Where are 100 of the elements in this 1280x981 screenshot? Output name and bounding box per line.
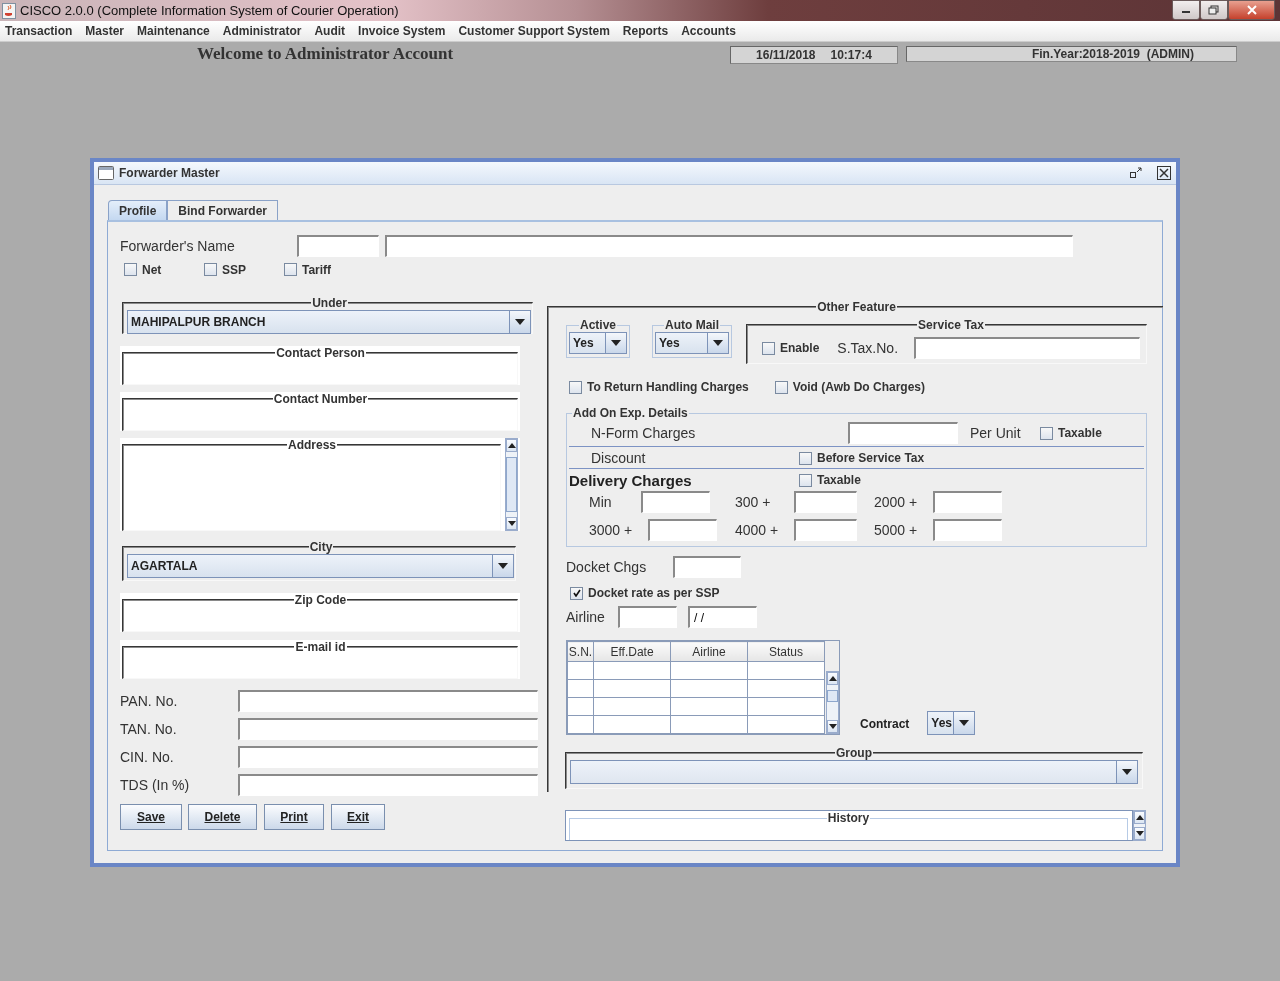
action-button[interactable]: Save	[120, 804, 182, 830]
caret-icon	[492, 555, 513, 577]
cup-icon	[2, 2, 16, 19]
checkbox[interactable]: Before Service Tax	[799, 451, 925, 465]
time-text: 10:17:4	[830, 48, 872, 62]
input-field[interactable]	[238, 690, 538, 712]
group-dropdown[interactable]	[570, 760, 1138, 784]
action-button[interactable]: Print	[264, 804, 324, 830]
input-field[interactable]	[238, 774, 538, 796]
field-label: PAN. No.	[120, 693, 179, 709]
fin-year-text: Fin.Year:2018-2019 (ADMIN)	[1031, 47, 1194, 61]
checkbox[interactable]: Taxable	[799, 473, 861, 487]
input-field[interactable]	[618, 606, 677, 628]
close-button[interactable]	[1228, 0, 1275, 20]
scrollbar[interactable]	[1133, 810, 1146, 841]
group-label: Contact Number	[272, 392, 369, 406]
field-label: TAN. No.	[120, 721, 178, 737]
window-title: CISCO 2.0.0 (Complete Information System of Courier Operation)	[20, 3, 399, 18]
action-button[interactable]: Exit	[331, 804, 385, 830]
field-label: 300 +	[735, 494, 772, 510]
tab[interactable]: Bind Forwarder	[167, 200, 279, 220]
field-label: Contract	[860, 717, 910, 731]
name-field[interactable]	[385, 235, 1073, 257]
active-dropdown[interactable]: Yes	[569, 332, 627, 354]
group-label: Contact Person	[275, 346, 366, 360]
contract-dropdown[interactable]: Yes	[927, 711, 976, 735]
input-field[interactable]	[933, 491, 1002, 513]
minimize-button[interactable]	[1172, 0, 1200, 20]
tab[interactable]: Profile	[108, 200, 168, 220]
checkbox[interactable]: To Return Handling Charges	[569, 380, 749, 394]
input-field[interactable]	[848, 422, 958, 444]
checkbox[interactable]: Enable	[762, 341, 820, 355]
menu-item[interactable]: Master	[85, 24, 125, 38]
group-label: Zip Code	[293, 593, 348, 607]
checkbox[interactable]: Docket rate as per SSP	[570, 586, 720, 600]
close-icon[interactable]	[1156, 166, 1172, 180]
field-label: TDS (In %)	[120, 777, 191, 793]
field-label: 3000 +	[589, 522, 634, 538]
caret-icon	[707, 333, 728, 353]
menu-item[interactable]: Maintenance	[137, 24, 210, 38]
group-label: Group	[835, 746, 873, 760]
maximize-button[interactable]	[1200, 0, 1228, 20]
close-icon	[1245, 5, 1258, 15]
checkbox[interactable]: Taxable	[1040, 426, 1102, 440]
branch-dropdown[interactable]: MAHIPALPUR BRANCH	[127, 310, 531, 334]
group-label: Address	[287, 438, 337, 452]
checkbox[interactable]: Void (Awb Do Charges)	[774, 380, 926, 394]
input-field[interactable]	[238, 746, 538, 768]
group-label: Add On Exp. Details	[572, 406, 689, 420]
date-text: 16/11/2018	[756, 48, 816, 62]
field-label: N-Form Charges	[591, 425, 697, 441]
field-label: Forwarder's Name	[120, 238, 236, 254]
input-field[interactable]	[238, 718, 538, 740]
field-label: 2000 +	[874, 494, 919, 510]
input-field[interactable]	[641, 491, 710, 513]
code-field[interactable]	[297, 235, 379, 257]
dialog-title: Forwarder Master	[119, 166, 220, 180]
group-label: City	[308, 540, 334, 554]
menu-item[interactable]: Administrator	[222, 24, 302, 38]
caret-icon	[1116, 761, 1137, 783]
menu-item[interactable]: Reports	[622, 24, 669, 38]
menu-item[interactable]: Transaction	[5, 24, 73, 38]
checkbox[interactable]: Tariff	[284, 262, 332, 277]
auto-mail-dropdown[interactable]: Yes	[655, 332, 729, 354]
tax-number-field[interactable]	[914, 337, 1141, 359]
group-label: E-mail id	[294, 640, 347, 654]
field-label: 5000 +	[874, 522, 919, 538]
input-field[interactable]	[794, 491, 857, 513]
caret-icon	[953, 712, 975, 734]
menu-item[interactable]: Audit	[314, 24, 346, 38]
menu-item[interactable]: Invoice System	[358, 24, 446, 38]
section-label: Delivery Charges	[569, 471, 693, 489]
input-field[interactable]	[648, 519, 717, 541]
field-label: CIN. No.	[120, 749, 175, 765]
field-label: Per Unit	[970, 425, 1022, 441]
date-field[interactable]: / /	[688, 606, 757, 628]
checkbox[interactable]: SSP	[204, 262, 246, 277]
checkmark-icon	[572, 589, 581, 597]
column-header: Airline	[670, 641, 748, 662]
group-label: Other Feature	[816, 300, 897, 314]
group-label: Auto Mail	[664, 318, 720, 332]
window-icon	[98, 166, 114, 180]
group-label: History	[826, 811, 871, 825]
city-dropdown[interactable]: AGARTALA	[127, 554, 514, 578]
group-label: Active	[579, 318, 617, 332]
field-label: Discount	[591, 450, 647, 466]
scrollbar[interactable]	[826, 671, 839, 734]
input-field[interactable]	[673, 556, 741, 578]
welcome-heading: Welcome to Administrator Account	[197, 44, 455, 64]
input-field[interactable]	[933, 519, 1002, 541]
menu-item[interactable]: Accounts	[681, 24, 736, 38]
checkbox[interactable]: Net	[124, 262, 162, 277]
restore-icon[interactable]	[1129, 166, 1143, 180]
action-button[interactable]: Delete	[188, 804, 257, 830]
caret-icon	[509, 311, 530, 333]
input-field[interactable]	[794, 519, 857, 541]
scrollbar[interactable]	[505, 438, 518, 531]
maximize-icon	[1208, 5, 1220, 15]
field-label: 4000 +	[735, 522, 780, 538]
menu-item[interactable]: Customer Support System	[458, 24, 610, 38]
